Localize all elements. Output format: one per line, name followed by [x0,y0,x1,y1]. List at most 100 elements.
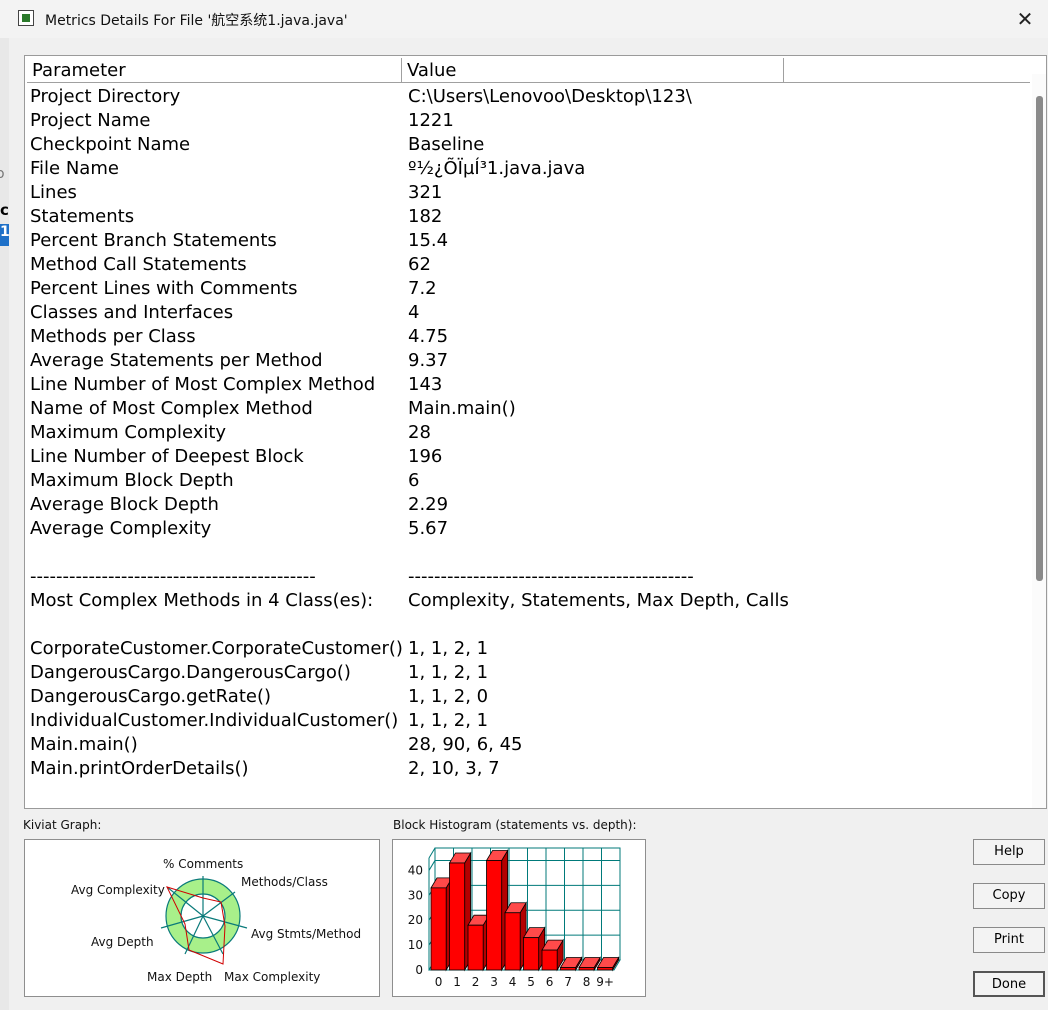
metrics-table[interactable]: Parameter Value Project Directory C:\User… [24,55,1047,809]
row-value: 28, 90, 6, 45 [408,734,523,755]
row-value: 196 [408,446,443,467]
row-value: 1, 1, 2, 1 [408,662,489,683]
row-value: C:\Users\Lenovoo\Desktop\123\ [408,86,692,107]
table-row[interactable]: ----------------------------------------… [30,565,1025,589]
row-value: ----------------------------------------… [408,566,694,587]
row-value: 62 [408,254,431,275]
row-value: 1, 1, 2, 1 [408,710,489,731]
table-row[interactable]: Classes and Interfaces 4 [30,301,1025,325]
table-row[interactable]: Methods per Class 4.75 [30,325,1025,349]
table-row[interactable]: Most Complex Methods in 4 Class(es): Comp… [30,589,1025,613]
row-parameter: Statements [30,206,135,227]
row-parameter: Project Directory [30,86,181,107]
edge-text-o: o [0,166,5,182]
table-row[interactable]: Statements 182 [30,205,1025,229]
table-row[interactable]: Line Number of Deepest Block 196 [30,445,1025,469]
table-row[interactable]: Average Statements per Method 9.37 [30,349,1025,373]
header-parameter[interactable]: Parameter [27,58,402,82]
table-row[interactable]: Maximum Block Depth 6 [30,469,1025,493]
edge-selected-item[interactable]: 1 [0,224,10,246]
row-value: 321 [408,182,443,203]
done-button[interactable]: Done [973,971,1045,997]
row-value: Main.main() [408,398,516,419]
kiviat-axis-methods-class: Methods/Class [241,875,328,889]
histogram-x-tick: 4 [509,975,517,989]
table-row[interactable]: IndividualCustomer.IndividualCustomer() 1… [30,709,1025,733]
row-value: 182 [408,206,443,227]
histogram-y-tick: 20 [408,913,423,927]
table-row[interactable]: DangerousCargo.DangerousCargo() 1, 1, 2, … [30,661,1025,685]
row-parameter: DangerousCargo.getRate() [30,686,272,707]
histogram-bar [486,860,503,971]
row-parameter: Average Block Depth [30,494,219,515]
header-value[interactable]: Value [402,58,784,82]
row-parameter: Maximum Block Depth [30,470,234,491]
kiviat-axis-avg-stmts: Avg Stmts/Method [251,927,361,941]
table-header: Parameter Value [27,58,1030,83]
row-parameter: Line Number of Most Complex Method [30,374,376,395]
histogram-bar [578,967,595,971]
table-row[interactable]: Line Number of Most Complex Method 143 [30,373,1025,397]
histogram-y-tick: 10 [408,938,423,952]
row-parameter: ----------------------------------------… [30,566,316,587]
table-row[interactable]: Percent Branch Statements 15.4 [30,229,1025,253]
table-row[interactable]: Main.printOrderDetails() 2, 10, 3, 7 [30,757,1025,781]
histogram-left-top-edge [428,847,436,859]
row-value: Baseline [408,134,485,155]
histogram-bar [504,912,521,971]
table-row[interactable]: DangerousCargo.getRate() 1, 1, 2, 0 [30,685,1025,709]
table-row[interactable]: CorporateCustomer.CorporateCustomer() 1, … [30,637,1025,661]
kiviat-axis-max-complexity: Max Complexity [224,970,320,984]
row-value: 7.2 [408,278,437,299]
vertical-scrollbar[interactable] [1032,74,1046,808]
table-row[interactable]: Method Call Statements 62 [30,253,1025,277]
table-row[interactable]: Project Name 1221 [30,109,1025,133]
table-row[interactable]: Name of Most Complex Method Main.main() [30,397,1025,421]
table-row[interactable]: Average Complexity 5.67 [30,517,1025,541]
table-row[interactable] [30,541,1025,565]
row-value: 143 [408,374,443,395]
histogram-y-tick: 30 [408,888,423,902]
histogram-x-tick: 8 [583,975,591,989]
histogram-y-tick: 0 [415,963,423,977]
histogram-x-tick: 0 [435,975,443,989]
print-button[interactable]: Print [973,927,1045,953]
copy-button[interactable]: Copy [973,883,1045,909]
table-row[interactable]: File Name º½¿ÕÏµÍ³1.java.java [30,157,1025,181]
close-icon[interactable]: ✕ [1002,0,1048,38]
histogram-bar [467,924,484,971]
row-value: 15.4 [408,230,449,251]
row-parameter: Main.main() [30,734,138,755]
row-value: 2.29 [408,494,449,515]
kiviat-graph: % Comments Methods/Class Avg Stmts/Metho… [24,839,380,997]
row-parameter: Project Name [30,110,151,131]
table-row[interactable]: Maximum Complexity 28 [30,421,1025,445]
histogram-bar [523,937,540,971]
row-parameter: Checkpoint Name [30,134,191,155]
table-row[interactable]: Lines 321 [30,181,1025,205]
table-row[interactable]: Average Block Depth 2.29 [30,493,1025,517]
title-bar: Metrics Details For File '航空系统1.java.jav… [0,0,1048,38]
histogram-x-tick: 1 [453,975,461,989]
row-parameter: Classes and Interfaces [30,302,234,323]
table-row[interactable]: Main.main() 28, 90, 6, 45 [30,733,1025,757]
row-parameter: Methods per Class [30,326,196,347]
table-row[interactable]: Percent Lines with Comments 7.2 [30,277,1025,301]
row-value: 1221 [408,110,454,131]
row-parameter: Lines [30,182,77,203]
row-parameter: Average Complexity [30,518,212,539]
row-parameter: Percent Branch Statements [30,230,277,251]
table-row[interactable] [30,613,1025,637]
row-parameter: Method Call Statements [30,254,247,275]
kiviat-axis-max-depth: Max Depth [147,970,212,984]
row-parameter: Line Number of Deepest Block [30,446,304,467]
table-row[interactable]: Project Directory C:\Users\Lenovoo\Deskto… [30,85,1025,109]
histogram-bar [597,967,614,971]
row-parameter: DangerousCargo.DangerousCargo() [30,662,351,683]
help-button[interactable]: Help [973,839,1045,865]
row-value: Complexity, Statements, Max Depth, Calls [408,590,789,611]
table-row[interactable]: Checkpoint Name Baseline [30,133,1025,157]
scrollbar-thumb[interactable] [1036,96,1043,581]
kiviat-label: Kiviat Graph: [23,818,102,832]
background-window-edge: o c 1 [0,38,10,1010]
